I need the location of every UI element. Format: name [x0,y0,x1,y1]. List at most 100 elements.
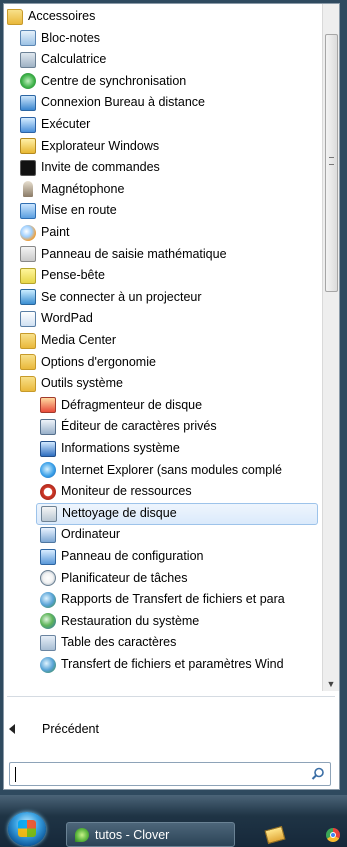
math-input-icon [20,246,36,263]
item-label: Mise en route [41,203,117,218]
item-label: Magnétophone [41,181,125,196]
calculator-icon [20,51,36,68]
item-label: Nettoyage de disque [62,506,177,521]
program-item[interactable]: Table des caractères [40,632,176,653]
item-label: Explorateur Windows [41,138,160,153]
program-item[interactable]: Explorateur Windows [20,136,159,157]
search-icon[interactable] [311,767,325,781]
item-label: Options d'ergonomie [41,354,156,369]
item-label: Invite de commandes [41,160,160,175]
resource-monitor-icon [40,483,56,500]
scrollbar[interactable]: ▼ [322,4,339,691]
scroll-thumb[interactable] [325,34,338,292]
run-icon [20,116,36,133]
computer-icon [40,526,56,543]
program-item[interactable]: Calculatrice [20,49,106,70]
item-label: Outils système [41,376,123,391]
remote-desktop-icon [20,94,36,111]
program-item[interactable]: Défragmenteur de disque [40,395,202,416]
program-item[interactable]: Restauration du système [40,611,199,632]
program-item[interactable]: Mise en route [20,200,117,221]
back-button[interactable]: Précédent [9,719,99,739]
notepad-icon [20,30,36,47]
text-cursor [15,767,16,782]
taskbar-button-tutos[interactable]: tutos - Clover [66,822,235,847]
program-item[interactable]: Bloc-notes [20,28,100,49]
system-restore-icon [40,613,56,630]
program-item[interactable]: Internet Explorer (sans modules complé [40,460,282,481]
projector-icon [20,289,36,306]
divider [7,696,335,697]
program-item[interactable]: Invite de commandes [20,157,160,178]
item-label: Restauration du système [61,613,200,628]
windows-explorer-icon [20,138,36,155]
program-item[interactable]: Centre de synchronisation [20,71,186,92]
folder-icon [7,8,23,25]
program-item[interactable]: Panneau de configuration [40,546,203,567]
folder-icon [20,354,36,371]
system-information-icon [40,440,56,457]
item-label: Moniteur de ressources [61,484,192,499]
program-list: Accessoires Bloc-notes Calculatrice Centre … [4,4,322,691]
item-label: Connexion Bureau à distance [41,95,206,110]
folder-item[interactable]: Media Center [20,330,116,351]
defragmenter-icon [40,397,56,414]
program-item[interactable]: Transfert de fichiers et paramètres Wind [40,654,284,675]
program-item[interactable]: Se connecter à un projecteur [20,287,202,308]
item-label: Exécuter [41,117,91,131]
back-label: Précédent [42,722,99,736]
item-label: Bloc-notes [41,30,101,45]
folder-item[interactable]: Accessoires [7,6,95,27]
getting-started-icon [20,202,36,219]
command-prompt-icon [20,159,36,176]
item-label: Rapports de Transfert de fichiers et par… [61,592,285,607]
program-item[interactable]: WordPad [20,308,93,329]
program-item[interactable]: Rapports de Transfert de fichiers et par… [40,589,285,610]
all-programs-panel: Accessoires Bloc-notes Calculatrice Centre … [3,3,340,790]
sync-center-icon [20,73,36,90]
scroll-down-arrow-icon[interactable]: ▼ [326,679,336,689]
scroll-grip-icon [329,157,334,165]
wordpad-icon [20,310,36,327]
item-label: Pense-bête [41,268,105,283]
start-menu: Accessoires Bloc-notes Calculatrice Centre … [0,0,347,795]
item-label: Internet Explorer (sans modules complé [61,462,282,477]
search-box[interactable] [9,762,331,786]
task-scheduler-icon [40,570,56,587]
start-button[interactable] [8,812,46,846]
program-item[interactable]: Éditeur de caractères privés [40,416,217,437]
program-item[interactable]: Magnétophone [20,179,124,200]
folder-item[interactable]: Outils système [20,373,123,394]
paint-palette-icon [20,224,36,241]
item-label: Éditeur de caractères privés [61,419,217,434]
program-item[interactable]: Moniteur de ressources [40,481,192,502]
item-label: Table des caractères [61,635,177,650]
program-item[interactable]: Panneau de saisie mathématique [20,244,227,265]
program-item[interactable]: Pense-bête [20,265,105,286]
item-label: Planificateur de tâches [61,570,188,585]
back-arrow-icon [9,724,15,734]
item-label: Informations système [61,441,180,455]
internet-explorer-icon [40,462,56,479]
program-item[interactable]: Paint [20,222,70,243]
item-label: Paint [41,225,70,239]
program-item[interactable]: Ordinateur [40,524,120,545]
windows-logo-icon [18,820,36,837]
program-item[interactable]: Nettoyage de disque [36,502,318,525]
mail-icon [264,825,286,844]
program-item[interactable]: Connexion Bureau à distance [20,92,205,113]
program-item[interactable]: Informations système [40,438,180,459]
item-label: Défragmenteur de disque [61,397,203,412]
easy-transfer-icon [40,656,56,673]
search-input[interactable] [13,765,303,783]
folder-item[interactable]: Options d'ergonomie [20,352,156,373]
item-label: Se connecter à un projecteur [41,289,202,304]
item-label: Accessoires [28,9,96,23]
item-label: Centre de synchronisation [41,73,187,88]
taskbar-button-chrome[interactable] [322,824,344,846]
taskbar-button-mail[interactable] [255,822,295,847]
program-item[interactable]: Exécuter [20,114,90,135]
program-item[interactable]: Planificateur de tâches [40,568,187,589]
item-label: WordPad [41,311,93,326]
control-panel-icon [40,548,56,565]
